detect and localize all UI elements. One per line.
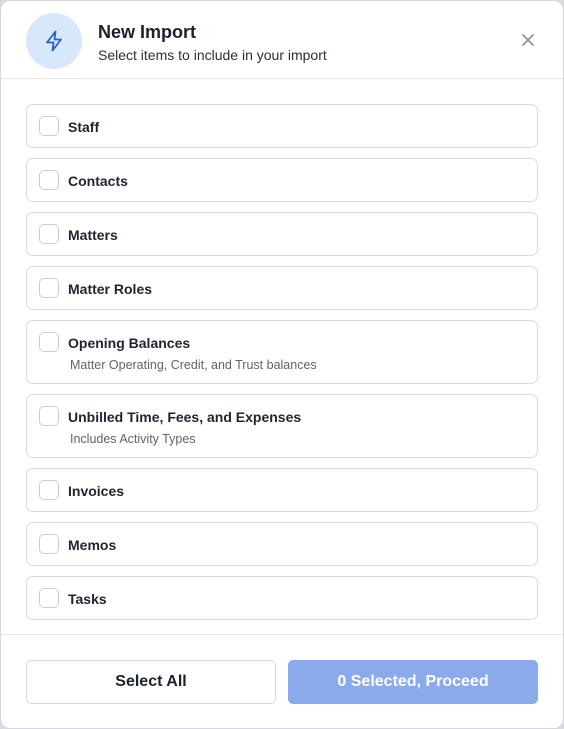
import-item-list: Staff Contacts Matters Matter Roles Opening … (26, 104, 538, 630)
item-label: Invoices (68, 483, 125, 499)
item-description: Includes Activity Types (70, 432, 196, 446)
item-label: Matter Roles (68, 281, 153, 297)
import-item-matters[interactable]: Matters (26, 212, 538, 256)
import-item-matter-roles[interactable]: Matter Roles (26, 266, 538, 310)
item-label: Tasks (68, 591, 107, 607)
dialog-subtitle: Select items to include in your import (98, 47, 327, 63)
dialog-title: New Import (98, 22, 197, 42)
item-label: Memos (68, 537, 117, 553)
item-label: Opening Balances (68, 335, 191, 351)
checkbox[interactable] (39, 170, 59, 190)
import-item-invoices[interactable]: Invoices (26, 468, 538, 512)
import-item-staff[interactable]: Staff (26, 104, 538, 148)
import-item-memos[interactable]: Memos (26, 522, 538, 566)
checkbox[interactable] (39, 480, 59, 500)
checkbox[interactable] (39, 278, 59, 298)
dialog-footer: Select All 0 Selected, Proceed (1, 634, 563, 728)
item-label: Unbilled Time, Fees, and Expenses (68, 409, 302, 425)
checkbox[interactable] (39, 534, 59, 554)
checkbox[interactable] (39, 406, 59, 426)
item-label: Staff (68, 119, 100, 135)
item-label: Matters (68, 227, 118, 243)
import-item-opening-balances[interactable]: Opening Balances Matter Operating, Credit… (26, 320, 538, 384)
import-item-contacts[interactable]: Contacts (26, 158, 538, 202)
select-all-button[interactable]: Select All (26, 660, 276, 704)
proceed-button[interactable]: 0 Selected, Proceed (288, 660, 538, 704)
close-icon[interactable] (521, 33, 535, 47)
lightning-icon (26, 13, 82, 69)
checkbox[interactable] (39, 224, 59, 244)
new-import-dialog: New Import Select items to include in yo… (0, 0, 564, 729)
item-label: Contacts (68, 173, 128, 189)
item-description: Matter Operating, Credit, and Trust bala… (70, 358, 317, 372)
import-item-unbilled-time-fees-and-expenses[interactable]: Unbilled Time, Fees, and Expenses Include… (26, 394, 538, 458)
checkbox[interactable] (39, 588, 59, 608)
checkbox[interactable] (39, 332, 59, 352)
import-item-tasks[interactable]: Tasks (26, 576, 538, 620)
checkbox[interactable] (39, 116, 59, 136)
dialog-header: New Import Select items to include in yo… (1, 1, 563, 79)
